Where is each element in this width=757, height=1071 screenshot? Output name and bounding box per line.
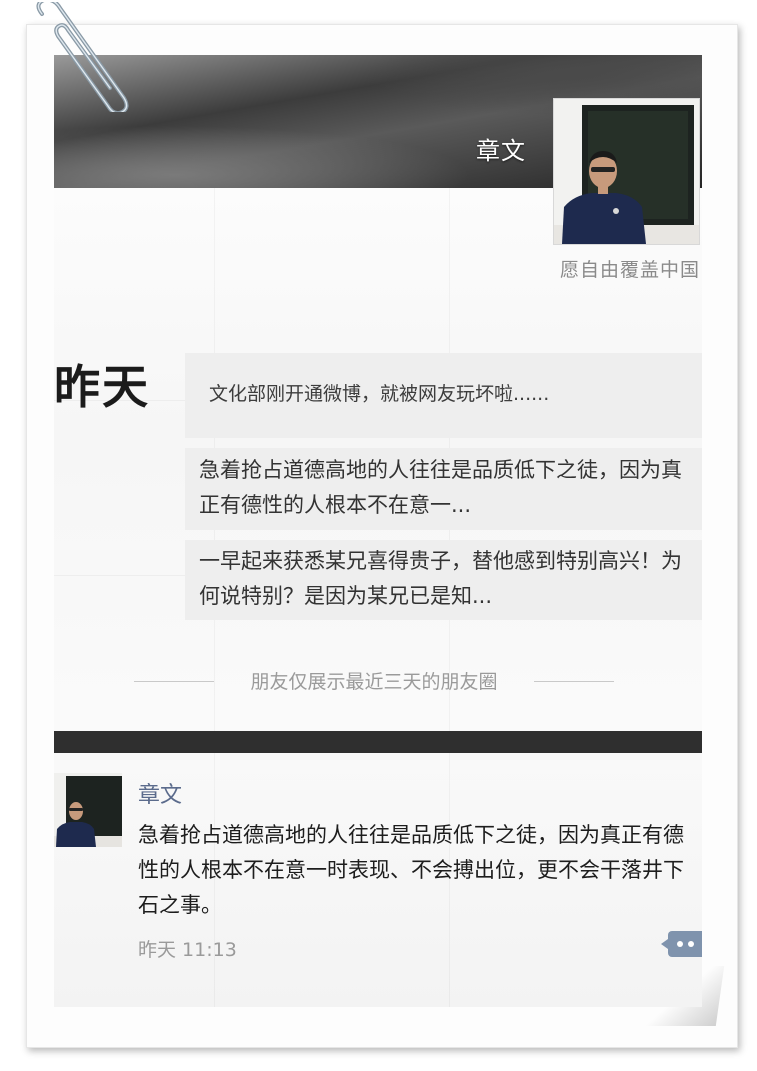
paperclip-icon xyxy=(36,2,129,112)
detail-author-link[interactable]: 章文 xyxy=(138,777,182,809)
section-separator xyxy=(54,731,702,753)
comment-dot xyxy=(688,941,694,947)
post-item[interactable]: 文化部刚开通微博，就被网友玩坏啦...... xyxy=(185,353,702,438)
comment-icon[interactable] xyxy=(661,931,702,957)
detail-timestamp: 昨天 11:13 xyxy=(138,939,237,961)
visibility-notice: 朋友仅展示最近三天的朋友圈 xyxy=(250,671,498,693)
post-item[interactable]: 急着抢占道德高地的人往往是品质低下之徒，因为真正有德性的人根本不在意一... xyxy=(185,448,702,530)
detail-avatar[interactable] xyxy=(54,773,122,847)
moments-screenshot: 章文 愿自由覆盖中国 昨天 文化部刚开通微博，就被网友玩坏啦...... 急着抢… xyxy=(54,55,702,1007)
post-text: 文化部刚开通微博，就被网友玩坏啦...... xyxy=(209,383,550,405)
profile-signature: 愿自由覆盖中国 xyxy=(559,259,700,281)
profile-name[interactable]: 章文 xyxy=(476,131,526,166)
profile-avatar[interactable] xyxy=(553,98,700,245)
avatar-photo xyxy=(554,99,699,244)
comment-dot xyxy=(677,941,683,947)
timeline-date-label: 昨天 xyxy=(54,360,150,414)
detail-post-text: 急着抢占道德高地的人往往是品质低下之徒，因为真正有德性的人根本不在意一时表现、不… xyxy=(138,823,684,917)
post-text: 急着抢占道德高地的人往往是品质低下之徒，因为真正有德性的人根本不在意一... xyxy=(199,458,682,517)
post-item[interactable]: 一早起来获悉某兄喜得贵子，替他感到特别高兴！为何说特别？是因为某兄已是知... xyxy=(185,540,702,620)
post-text: 一早起来获悉某兄喜得贵子，替他感到特别高兴！为何说特别？是因为某兄已是知... xyxy=(199,549,682,608)
avatar-photo xyxy=(54,773,122,847)
